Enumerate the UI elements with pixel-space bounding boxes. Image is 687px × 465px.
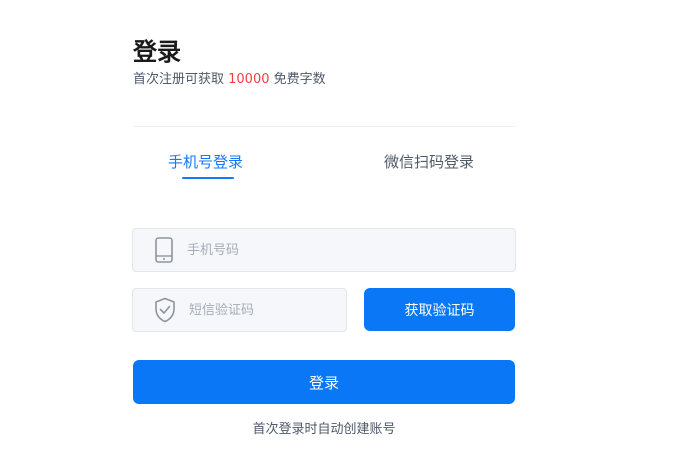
login-button[interactable]: 登录 <box>133 360 515 404</box>
tab-phone-login[interactable]: 手机号登录 <box>168 150 243 174</box>
shield-check-icon <box>154 296 176 324</box>
bonus-suffix: 免费字数 <box>269 72 326 87</box>
get-code-button[interactable]: 获取验证码 <box>364 288 515 331</box>
active-tab-indicator <box>182 177 234 179</box>
phone-input[interactable] <box>187 229 515 271</box>
bonus-amount: 10000 <box>228 72 270 87</box>
sms-code-field[interactable] <box>132 288 347 332</box>
mobile-phone-icon <box>154 236 174 264</box>
bonus-prefix: 首次注册可获取 <box>133 72 229 87</box>
header-divider <box>133 126 516 127</box>
phone-field[interactable] <box>132 228 516 272</box>
auto-create-account-note: 首次登录时自动创建账号 <box>252 422 396 437</box>
tab-wechat-login[interactable]: 微信扫码登录 <box>384 150 474 174</box>
page-title: 登录 <box>133 38 181 66</box>
signup-bonus-text: 首次注册可获取 10000 免费字数 <box>133 71 326 89</box>
sms-code-input[interactable] <box>189 289 346 331</box>
